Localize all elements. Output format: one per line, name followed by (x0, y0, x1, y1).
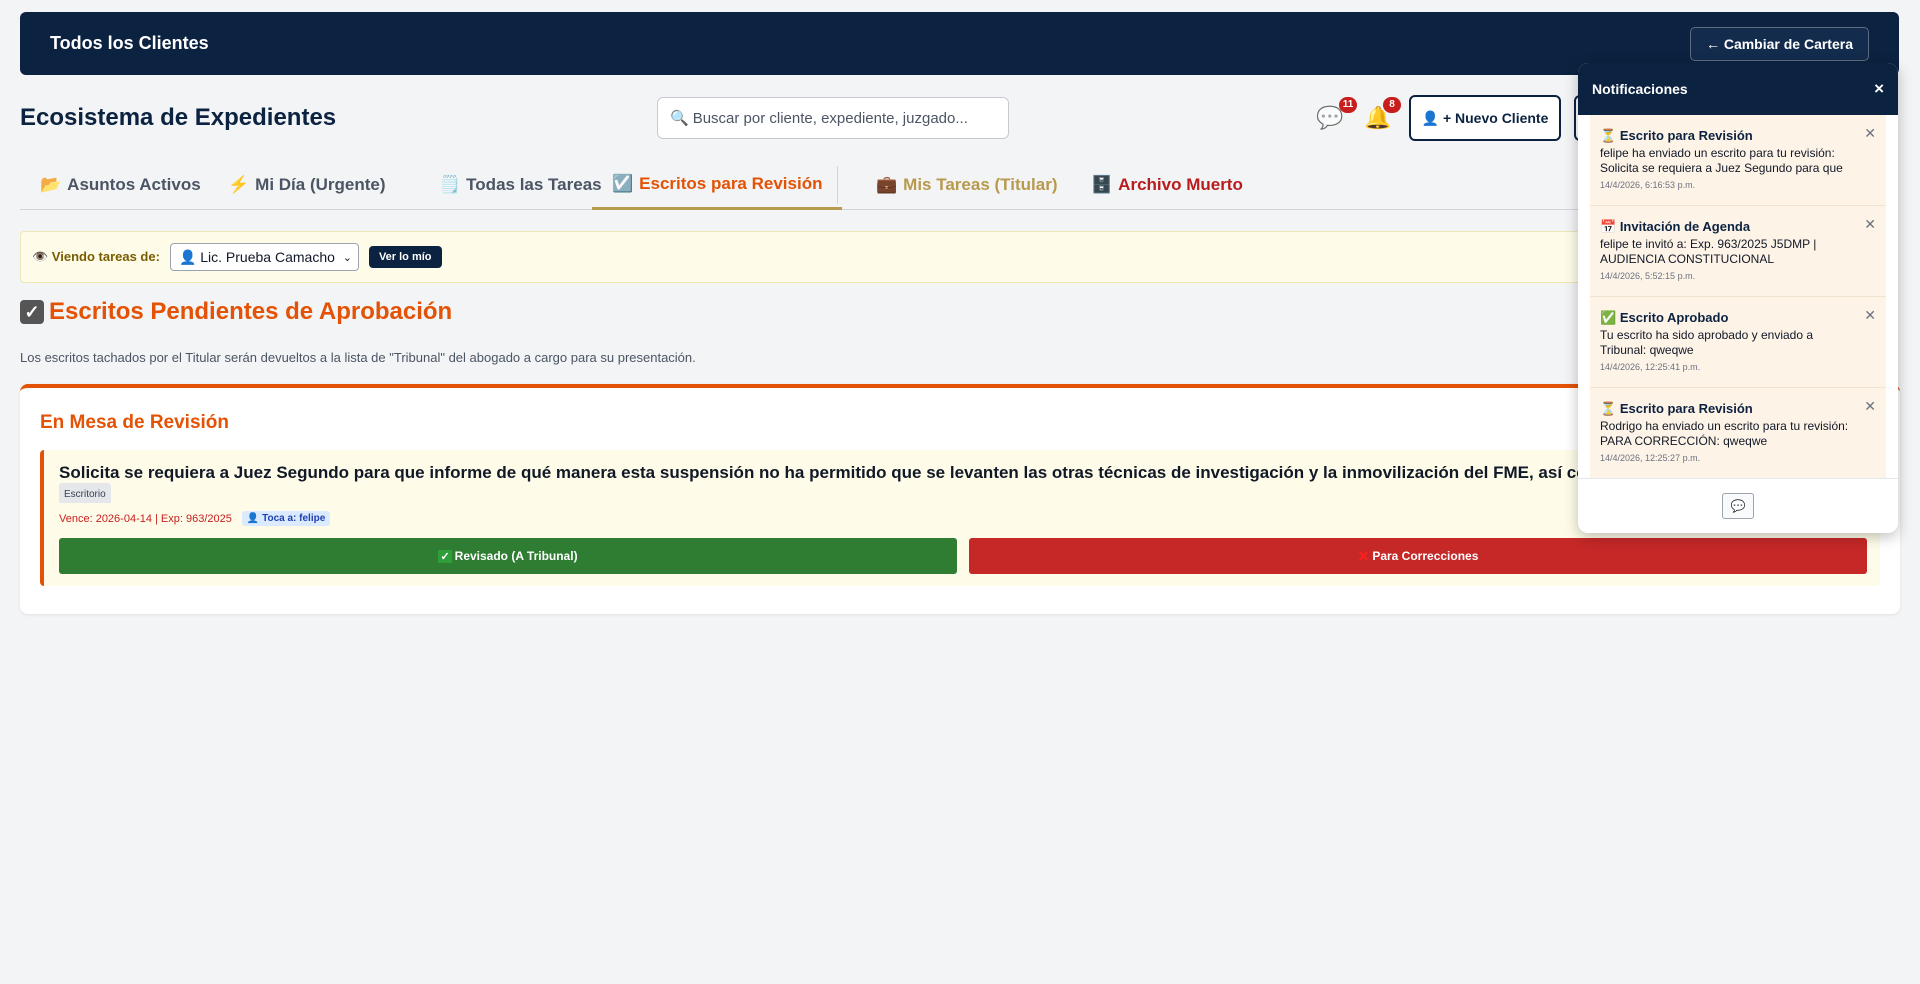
tab-label: Asuntos Activos (67, 175, 201, 194)
tab-label: Archivo Muerto (1118, 175, 1243, 194)
notification-date: 14/4/2026, 5:52:15 p.m. (1600, 271, 1696, 281)
due-date-text: Vence: 2026-04-14 | Exp: 963/2025 (59, 512, 232, 525)
check-icon: ✓ (438, 549, 452, 563)
new-client-button[interactable]: 👤 + Nuevo Cliente (1409, 95, 1561, 141)
approve-label: Revisado (A Tribunal) (454, 549, 578, 563)
notifications-panel: Notificaciones × ⏳ Escrito para Revisión… (1578, 63, 1898, 533)
notification-title: Escrito para Revisión (1619, 401, 1753, 416)
tab-asuntos-activos[interactable]: 📂 Asuntos Activos (20, 160, 221, 210)
tab-mi-dia[interactable]: ⚡ Mi Día (Urgente) (208, 160, 406, 210)
assignee-badge: 👤 Toca a: felipe (241, 511, 331, 526)
check-mark-icon: ✅ (1600, 310, 1617, 325)
task-viewer-bar: 👁️ Viendo tareas de: 👤 Lic. Prueba Camac… (20, 231, 1580, 283)
search-input[interactable]: 🔍 Buscar por cliente, expediente, juzgad… (657, 97, 1009, 139)
chevron-down-icon: ⌄ (342, 251, 352, 264)
notification-body: felipe te invitó a: Exp. 963/2025 J5DMP … (1600, 237, 1817, 266)
notifications-header: Notificaciones × (1578, 63, 1898, 115)
notification-date: 14/4/2026, 12:25:27 p.m. (1600, 453, 1701, 463)
section-header: ✓ Escritos Pendientes de Aprobación (20, 298, 452, 326)
notification-date: 14/4/2026, 12:25:41 p.m. (1600, 362, 1701, 372)
tab-label: Todas las Tareas (466, 175, 602, 194)
file-cabinet-icon: 🗄️ (1091, 175, 1113, 194)
notification-title: Escrito Aprobado (1619, 310, 1729, 325)
checkbox-icon: ☑️ (612, 173, 634, 193)
category-tag: Escritorio (59, 483, 111, 503)
cross-icon: ✕ (1357, 547, 1370, 564)
notifications-list[interactable]: ⏳ Escrito para Revisión felipe ha enviad… (1590, 115, 1886, 478)
notifications-title: Notificaciones (1592, 81, 1688, 97)
search-icon: 🔍 (670, 110, 689, 127)
tab-label: Mi Día (Urgente) (255, 175, 386, 194)
notification-item[interactable]: ⏳ Escrito para Revisión felipe ha enviad… (1590, 115, 1886, 206)
messages-count-badge: 11 (1339, 97, 1357, 113)
ver-lo-mio-button[interactable]: Ver lo mío (368, 246, 442, 268)
page-title: Ecosistema de Expedientes (20, 104, 337, 131)
approve-button[interactable]: ✓ Revisado (A Tribunal) (59, 538, 957, 574)
viewer-label: 👁️ Viendo tareas de: (32, 249, 160, 264)
calendar-icon: 📅 (1600, 219, 1617, 234)
chat-icon[interactable]: 💬 (1722, 493, 1754, 519)
corrections-button[interactable]: ✕ Para Correcciones (969, 538, 1867, 574)
section-description: Los escritos tachados por el Titular ser… (20, 350, 696, 365)
review-item-description: Solicita se requiera a Juez Segundo para… (59, 463, 1838, 482)
tab-label: Mis Tareas (Titular) (903, 175, 1058, 194)
notification-title: Invitación de Agenda (1619, 219, 1751, 234)
dismiss-icon[interactable]: ✕ (1864, 216, 1876, 233)
notification-body: Rodrigo ha enviado un escrito para tu re… (1600, 419, 1849, 448)
corrections-label: Para Correcciones (1372, 549, 1479, 563)
lawyer-select-value: 👤 Lic. Prueba Camacho (178, 248, 335, 265)
notification-item[interactable]: 📅 Invitación de Agenda felipe te invitó … (1590, 206, 1886, 297)
hourglass-icon: ⏳ (1600, 128, 1617, 143)
folder-icon: 📂 (40, 175, 62, 194)
check-icon: ✓ (20, 300, 44, 324)
notification-item[interactable]: ⏳ Escrito para Revisión Rodrigo ha envia… (1590, 388, 1886, 478)
briefcase-icon: 💼 (876, 175, 898, 194)
dismiss-icon[interactable]: ✕ (1864, 307, 1876, 324)
messages-button[interactable]: 💬 11 (1315, 97, 1357, 133)
tab-label: Escritos para Revisión (639, 173, 823, 193)
notification-body: felipe ha enviado un escrito para tu rev… (1600, 146, 1843, 175)
section-title: Escritos Pendientes de Aprobación (49, 298, 453, 325)
notification-date: 14/4/2026, 6:16:53 p.m. (1600, 180, 1696, 190)
tab-divider (837, 166, 838, 204)
tab-archivo-muerto[interactable]: 🗄️ Archivo Muerto (1071, 160, 1263, 210)
tab-escritos-revision[interactable]: ☑️ Escritos para Revisión (592, 160, 843, 210)
notepad-icon: 🗒️ (439, 175, 461, 194)
header-title: Todos los Clientes (50, 33, 209, 53)
notification-item[interactable]: ✅ Escrito Aprobado Tu escrito ha sido ap… (1590, 297, 1886, 388)
dismiss-icon[interactable]: ✕ (1864, 125, 1876, 142)
tab-mis-tareas-titular[interactable]: 💼 Mis Tareas (Titular) (856, 160, 1077, 210)
notification-title: Escrito para Revisión (1619, 128, 1753, 143)
tab-bar: 📂 Asuntos Activos ⚡ Mi Día (Urgente) 🗒️ … (20, 160, 1580, 210)
notifications-footer: 💬 (1578, 478, 1898, 533)
hourglass-icon: ⏳ (1600, 401, 1617, 416)
notifications-count-badge: 8 (1383, 97, 1401, 113)
dismiss-icon[interactable]: ✕ (1864, 398, 1876, 415)
close-icon[interactable]: × (1874, 79, 1884, 99)
review-title: En Mesa de Revisión (40, 412, 230, 433)
notifications-button[interactable]: 🔔 8 (1363, 97, 1401, 133)
notification-body: Tu escrito ha sido aprobado y enviado a … (1600, 328, 1814, 357)
lawyer-select[interactable]: 👤 Lic. Prueba Camacho ⌄ (169, 243, 359, 271)
change-portfolio-button[interactable]: ← Cambiar de Cartera (1689, 26, 1869, 61)
review-item-meta: Vence: 2026-04-14 | Exp: 963/2025 👤 Toca… (59, 511, 331, 526)
search-placeholder: Buscar por cliente, expediente, juzgado.… (692, 109, 968, 127)
lightning-icon: ⚡ (228, 175, 250, 194)
